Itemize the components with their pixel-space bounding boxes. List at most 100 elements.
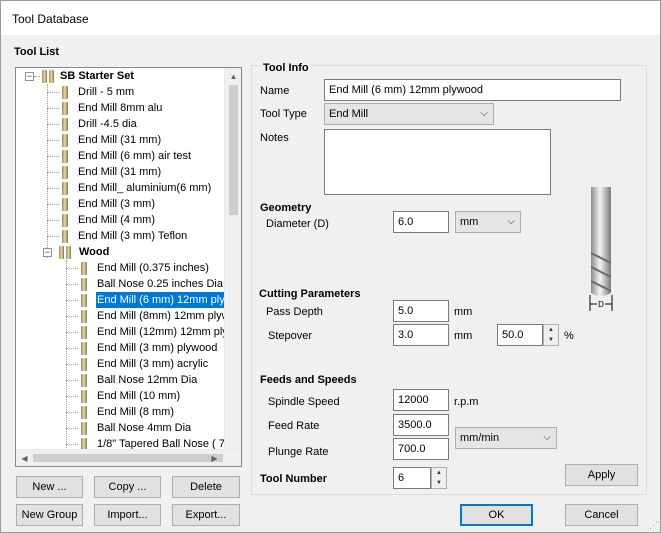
- tree-item[interactable]: Ball Nose 4mm Dia: [96, 420, 192, 436]
- plunge-rate-input[interactable]: 700.0: [393, 438, 449, 460]
- tree-item[interactable]: End Mill (3 mm) acrylic: [96, 356, 209, 372]
- tool-database-window: Tool Database Tool List − SB Starter Set…: [0, 0, 661, 533]
- chevron-down-icon: ⌵: [480, 108, 488, 119]
- tool-group-icon: [49, 70, 54, 83]
- notes-textarea[interactable]: [324, 129, 551, 195]
- tree-horizontal-scrollbar[interactable]: ◀ ▶: [16, 449, 241, 466]
- pass-depth-unit: mm: [454, 306, 473, 318]
- tool-number-input[interactable]: 6: [393, 467, 431, 489]
- scroll-thumb[interactable]: [33, 454, 223, 462]
- tree-item[interactable]: End Mill (0.375 inches): [96, 260, 210, 276]
- tree-item[interactable]: End Mill 8mm alu: [78, 100, 162, 116]
- tree-guide: [47, 84, 48, 258]
- chevron-down-icon: ⌵: [543, 432, 551, 443]
- end-mill-diagram-icon: D: [589, 187, 613, 311]
- tree-group-wood[interactable]: Wood: [79, 244, 109, 260]
- tool-number-label: Tool Number: [260, 473, 328, 485]
- spin-up-icon[interactable]: ▲: [544, 325, 558, 335]
- stepover-input[interactable]: 3.0: [393, 324, 449, 346]
- tree-item[interactable]: End Mill (31 mm): [78, 132, 161, 148]
- new-tool-button[interactable]: New ...: [16, 476, 83, 498]
- end-mill-icon: [81, 342, 87, 355]
- tool-tree[interactable]: − SB Starter Set Drill - 5 mm End Mill 8m…: [15, 67, 242, 467]
- tree-item[interactable]: End Mill_ aluminium(6 mm): [78, 180, 211, 196]
- feed-rate-label: Feed Rate: [268, 420, 320, 432]
- tool-type-value: End Mill: [329, 108, 369, 120]
- diameter-input[interactable]: 6.0: [393, 211, 449, 233]
- stepover-percent-stepper[interactable]: ▲ ▼: [543, 324, 559, 346]
- chevron-down-icon: ⌵: [507, 216, 515, 227]
- end-mill-icon: [81, 406, 87, 419]
- spin-up-icon[interactable]: ▲: [432, 468, 446, 478]
- tree-item[interactable]: Ball Nose 0.25 inches Dia: [96, 276, 224, 292]
- scroll-up-icon[interactable]: ▲: [225, 68, 241, 85]
- end-mill-icon: [62, 182, 68, 195]
- scroll-left-icon[interactable]: ◀: [16, 450, 33, 466]
- scroll-thumb[interactable]: [229, 85, 238, 215]
- tree-item[interactable]: End Mill (4 mm): [78, 212, 155, 228]
- delete-tool-button[interactable]: Delete: [172, 476, 240, 498]
- end-mill-icon: [62, 198, 68, 211]
- spin-down-icon[interactable]: ▼: [432, 478, 446, 488]
- pass-depth-input[interactable]: 5.0: [393, 300, 449, 322]
- spindle-speed-input[interactable]: 12000: [393, 389, 449, 411]
- tree-item[interactable]: End Mill (3 mm) plywood: [96, 340, 218, 356]
- stepover-percent-input[interactable]: 50.0: [497, 324, 543, 346]
- scroll-right-icon[interactable]: ▶: [206, 450, 223, 466]
- tree-item[interactable]: Drill - 5 mm: [78, 84, 134, 100]
- tree-item[interactable]: End Mill (6 mm) air test: [78, 148, 191, 164]
- collapse-toggle-icon[interactable]: −: [25, 72, 34, 81]
- tool-list-label: Tool List: [14, 46, 60, 58]
- tree-item[interactable]: End Mill (3 mm): [78, 196, 155, 212]
- tree-item[interactable]: End Mill (3 mm) Teflon: [78, 228, 187, 244]
- collapse-toggle-icon[interactable]: −: [43, 248, 52, 257]
- tree-item[interactable]: End Mill (10 mm): [96, 388, 181, 404]
- tree-item[interactable]: End Mill (8 mm): [96, 404, 175, 420]
- tree-item[interactable]: End Mill (6 mm) 12mm plyw: [96, 292, 234, 308]
- new-group-button[interactable]: New Group: [16, 504, 83, 526]
- tree-item[interactable]: Drill -4.5 dia: [78, 116, 137, 132]
- tree-item[interactable]: Ball Nose 12mm Dia: [96, 372, 198, 388]
- spin-down-icon[interactable]: ▼: [544, 335, 558, 345]
- tree-vertical-scrollbar[interactable]: ▲ ▼: [224, 68, 241, 466]
- tool-group-icon: [42, 70, 47, 83]
- end-mill-icon: [62, 86, 68, 99]
- end-mill-icon: [81, 374, 87, 387]
- ok-button[interactable]: OK: [460, 504, 533, 526]
- tool-name-input[interactable]: End Mill (6 mm) 12mm plywood: [324, 79, 621, 101]
- rate-unit-select[interactable]: mm/min ⌵: [455, 427, 557, 449]
- end-mill-icon: [81, 422, 87, 435]
- window-title: Tool Database: [12, 12, 89, 26]
- feed-rate-input[interactable]: 3500.0: [393, 414, 449, 436]
- tree-item[interactable]: End Mill (31 mm): [78, 164, 161, 180]
- stepover-unit: mm: [454, 330, 473, 342]
- end-mill-icon: [81, 294, 87, 307]
- end-mill-icon: [62, 230, 68, 243]
- tool-group-icon: [59, 246, 64, 259]
- cancel-button[interactable]: Cancel: [565, 504, 638, 526]
- import-button[interactable]: Import...: [94, 504, 161, 526]
- apply-button[interactable]: Apply: [565, 464, 638, 486]
- tool-info-label: Tool Info: [261, 62, 311, 74]
- tree-group-sb-starter-set[interactable]: SB Starter Set: [60, 68, 134, 84]
- spindle-speed-unit: r.p.m: [454, 396, 479, 408]
- title-bar: Tool Database: [1, 1, 660, 35]
- pass-depth-label: Pass Depth: [266, 306, 323, 318]
- export-button[interactable]: Export...: [172, 504, 240, 526]
- end-mill-icon: [62, 118, 68, 131]
- diameter-unit-select[interactable]: mm ⌵: [455, 211, 521, 233]
- tree-item[interactable]: End Mill (8mm) 12mm plywo: [96, 308, 237, 324]
- stepover-label: Stepover: [268, 330, 313, 342]
- cutting-parameters-label: Cutting Parameters: [259, 288, 361, 300]
- rate-unit-value: mm/min: [460, 432, 500, 444]
- copy-tool-button[interactable]: Copy ...: [94, 476, 161, 498]
- tool-type-label: Tool Type: [260, 108, 307, 120]
- notes-label: Notes: [260, 132, 289, 144]
- end-mill-icon: [62, 214, 68, 227]
- tool-type-select[interactable]: End Mill ⌵: [324, 103, 494, 125]
- tree-item[interactable]: End Mill (12mm) 12mm plyw: [96, 324, 237, 340]
- tool-number-stepper[interactable]: ▲ ▼: [431, 467, 447, 489]
- feeds-and-speeds-label: Feeds and Speeds: [260, 374, 357, 386]
- end-mill-icon: [81, 262, 87, 275]
- resize-grip-icon[interactable]: ⋰: [649, 520, 659, 530]
